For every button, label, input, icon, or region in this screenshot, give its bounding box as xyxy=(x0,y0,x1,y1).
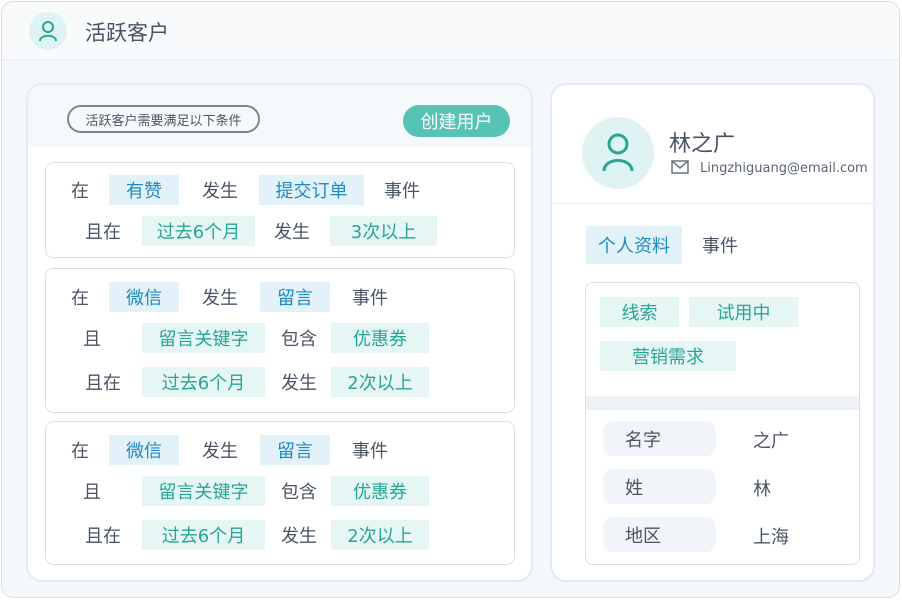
conditions-label: 活跃客户需要满足以下条件 xyxy=(67,105,260,133)
rule-card: 在 微信 发生 留言 事件 且 留言关键字 包含 优惠券 且在 过去6个月 发生… xyxy=(45,268,515,413)
rule-text: 包含 xyxy=(281,329,317,350)
profile-name: 林之广 xyxy=(669,132,736,157)
keyword-value-tag[interactable]: 优惠券 xyxy=(331,476,429,506)
event-tag[interactable]: 留言 xyxy=(260,435,330,465)
rule-text: 发生 xyxy=(202,181,238,202)
timeframe-tag[interactable]: 过去6个月 xyxy=(142,216,255,246)
field-label-first-name: 名字 xyxy=(603,421,716,456)
keyword-value-tag[interactable]: 优惠券 xyxy=(331,323,429,353)
frequency-tag[interactable]: 2次以上 xyxy=(331,520,429,550)
field-label-last-name: 姓 xyxy=(603,469,716,504)
divider xyxy=(552,203,873,204)
rule-text: 发生 xyxy=(281,373,317,394)
create-user-button[interactable]: 创建用户 xyxy=(403,105,510,137)
event-tag[interactable]: 留言 xyxy=(260,282,330,312)
rule-card: 在 微信 发生 留言 事件 且 留言关键字 包含 优惠券 且在 过去6个月 发生… xyxy=(45,421,515,565)
field-value-first-name: 之广 xyxy=(753,431,789,452)
rule-text: 且在 xyxy=(85,373,121,394)
rule-text: 发生 xyxy=(274,222,310,243)
rule-text: 且在 xyxy=(85,526,121,547)
rule-text: 事件 xyxy=(384,181,420,202)
status-badge: 试用中 xyxy=(689,297,798,327)
field-value-last-name: 林 xyxy=(753,479,771,500)
rule-text: 且 xyxy=(83,482,101,503)
timeframe-tag[interactable]: 过去6个月 xyxy=(142,520,265,550)
rule-card: 在 有赞 发生 提交订单 事件 且在 过去6个月 发生 3次以上 xyxy=(45,162,515,258)
tab-events[interactable]: 事件 xyxy=(692,226,748,264)
app-window: 活跃客户 活跃客户需要满足以下条件 创建用户 在 有赞 发生 提交订单 事件 且… xyxy=(1,1,900,598)
page-title: 活跃客户 xyxy=(85,21,169,45)
field-label-region: 地区 xyxy=(603,517,716,552)
rule-text: 在 xyxy=(71,288,89,309)
source-tag[interactable]: 微信 xyxy=(109,435,179,465)
source-tag[interactable]: 有赞 xyxy=(109,175,179,205)
rule-text: 事件 xyxy=(352,441,388,462)
rule-text: 在 xyxy=(71,441,89,462)
rule-text: 发生 xyxy=(281,526,317,547)
keyword-tag[interactable]: 留言关键字 xyxy=(142,323,265,353)
avatar xyxy=(582,117,654,189)
rule-text: 且在 xyxy=(85,222,121,243)
user-icon xyxy=(29,12,67,50)
profile-details: 线索 试用中 营销需求 名字 之广 姓 林 地区 上海 xyxy=(585,282,860,565)
status-badge: 线索 xyxy=(600,297,679,327)
event-tag[interactable]: 提交订单 xyxy=(259,175,364,205)
rule-text: 在 xyxy=(71,181,89,202)
rule-text: 且 xyxy=(83,329,101,350)
frequency-tag[interactable]: 2次以上 xyxy=(331,367,429,397)
conditions-panel: 活跃客户需要满足以下条件 创建用户 在 有赞 发生 提交订单 事件 且在 过去6… xyxy=(26,83,533,582)
timeframe-tag[interactable]: 过去6个月 xyxy=(142,367,265,397)
frequency-tag[interactable]: 3次以上 xyxy=(330,216,437,246)
status-badge: 营销需求 xyxy=(600,341,736,371)
mail-icon xyxy=(671,160,689,174)
field-value-region: 上海 xyxy=(753,527,789,548)
profile-email: Lingzhiguang@email.com xyxy=(700,161,868,176)
profile-panel: 林之广 Lingzhiguang@email.com 个人资料 事件 线索 试用… xyxy=(550,83,875,582)
rule-text: 包含 xyxy=(281,482,317,503)
source-tag[interactable]: 微信 xyxy=(109,282,179,312)
user-icon xyxy=(602,133,634,172)
rule-text: 事件 xyxy=(352,288,388,309)
rule-text: 发生 xyxy=(202,441,238,462)
conditions-header: 活跃客户需要满足以下条件 创建用户 xyxy=(28,85,531,147)
keyword-tag[interactable]: 留言关键字 xyxy=(142,476,265,506)
tab-profile[interactable]: 个人资料 xyxy=(586,226,682,264)
rule-text: 发生 xyxy=(202,288,238,309)
section-divider xyxy=(586,396,859,410)
title-bar: 活跃客户 xyxy=(2,2,899,60)
